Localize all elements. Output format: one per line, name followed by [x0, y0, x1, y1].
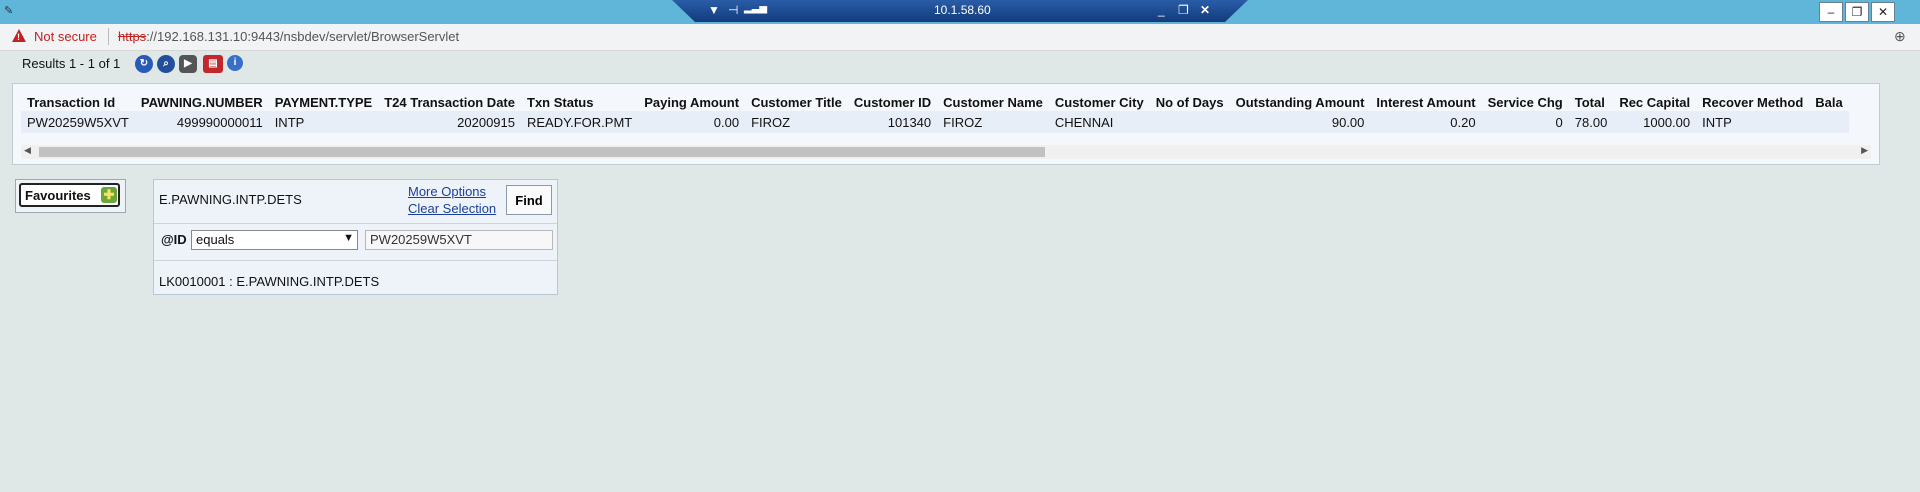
window-minimize-button[interactable]: –	[1819, 2, 1843, 22]
results-table: Transaction Id PAWNING.NUMBER PAYMENT.TY…	[21, 93, 1849, 133]
favourites-button[interactable]: Favourites ✚	[19, 183, 120, 207]
pin-icon[interactable]: ⊣	[728, 3, 738, 17]
panel-divider	[154, 260, 557, 261]
cell-paying-amount: 0.00	[638, 111, 746, 133]
next-icon[interactable]: ▶	[179, 55, 197, 73]
scroll-left-icon[interactable]: ◀	[24, 145, 31, 156]
search-icon[interactable]: ⌕	[157, 55, 175, 73]
operator-select[interactable]: equals ▼	[191, 230, 358, 250]
column-header[interactable]: Customer ID	[848, 93, 937, 111]
column-header[interactable]: Interest Amount	[1370, 93, 1481, 111]
column-header[interactable]: T24 Transaction Date	[378, 93, 521, 111]
favourites-label: Favourites	[25, 188, 91, 203]
column-header[interactable]: Txn Status	[521, 93, 638, 111]
cell-interest-amount: 0.20	[1370, 111, 1482, 133]
results-summary: Results 1 - 1 of 1	[22, 56, 121, 71]
system-menu-icon[interactable]: ✎	[4, 4, 18, 18]
column-header[interactable]: Recover Method	[1696, 93, 1809, 111]
chevron-down-icon: ▼	[343, 232, 354, 244]
window-close-button[interactable]: ✕	[1871, 2, 1895, 22]
id-value-input[interactable]: PW20259W5XVT	[365, 230, 553, 250]
column-header[interactable]: Outstanding Amount	[1230, 93, 1371, 111]
toolbox-icon[interactable]: ▤	[203, 55, 223, 73]
cell-payment-type: INTP	[268, 111, 379, 133]
cell-transaction-id: PW20259W5XVT	[21, 111, 135, 133]
column-header[interactable]: Transaction Id	[21, 93, 135, 111]
url-scheme: https	[118, 29, 147, 44]
column-header[interactable]: Customer Name	[937, 93, 1049, 111]
more-options-link[interactable]: More Options	[408, 184, 486, 199]
column-header[interactable]: Bala	[1809, 93, 1848, 111]
add-favourite-icon[interactable]: ✚	[101, 187, 117, 203]
enquiry-status: LK0010001 : E.PAWNING.INTP.DETS	[159, 274, 380, 289]
favourites-box: Favourites ✚	[15, 179, 126, 213]
column-header[interactable]: Paying Amount	[638, 93, 745, 111]
horizontal-scrollbar[interactable]: ◀ ▶	[21, 145, 1871, 159]
column-header[interactable]: Rec Capital	[1613, 93, 1696, 111]
column-header[interactable]: Service Chg	[1482, 93, 1569, 111]
signal-icon: ▂▃▅	[744, 3, 768, 14]
cell-no-of-days	[1149, 111, 1230, 133]
results-grid-panel: Transaction Id PAWNING.NUMBER PAYMENT.TY…	[12, 83, 1880, 165]
remote-desktop-strip: ✎ ▼ ⊣ ▂▃▅ 10.1.58.60 _ ❐ ✕ – ❐ ✕	[0, 0, 1920, 24]
info-icon[interactable]: i	[227, 55, 243, 71]
refresh-icon[interactable]: ↻	[135, 55, 153, 73]
operator-value: equals	[196, 232, 235, 247]
cell-total: 78.00	[1568, 111, 1614, 133]
cell-balance	[1809, 111, 1849, 133]
cell-customer-id: 101340	[847, 111, 938, 133]
cell-txn-status: READY.FOR.PMT	[521, 111, 639, 133]
column-header[interactable]: No of Days	[1150, 93, 1230, 111]
cell-transaction-date: 20200915	[378, 111, 521, 133]
enquiry-panel: E.PAWNING.INTP.DETS More Options Clear S…	[153, 179, 558, 295]
cell-customer-title: FIROZ	[745, 111, 848, 133]
remote-connection-bar: ▼ ⊣ ▂▃▅ 10.1.58.60 _ ❐ ✕	[672, 0, 1248, 22]
table-row[interactable]: PW20259W5XVT 499990000011 INTP 20200915 …	[21, 111, 1849, 133]
close-icon[interactable]: ✕	[1200, 3, 1210, 17]
url-path: ://192.168.131.10:9443/nsbdev/servlet/Br…	[146, 29, 460, 44]
panel-divider	[154, 223, 557, 224]
cell-recover-method: INTP	[1696, 111, 1810, 133]
cell-pawning-number: 499990000011	[134, 111, 269, 133]
field-label: @ID	[161, 232, 187, 247]
table-header-row: Transaction Id PAWNING.NUMBER PAYMENT.TY…	[21, 93, 1849, 111]
column-header[interactable]: PAWNING.NUMBER	[135, 93, 269, 111]
minimize-icon[interactable]: _	[1158, 3, 1165, 17]
url-text[interactable]: https://192.168.131.10:9443/nsbdev/servl…	[118, 29, 459, 44]
remote-host: 10.1.58.60	[934, 3, 991, 17]
scroll-right-icon[interactable]: ▶	[1861, 145, 1868, 156]
enquiry-name: E.PAWNING.INTP.DETS	[159, 192, 302, 207]
security-label[interactable]: Not secure	[34, 29, 97, 44]
warning-mark: !	[17, 32, 20, 42]
dropdown-arrow-icon[interactable]: ▼	[708, 3, 720, 17]
cell-service-chg: 0	[1481, 111, 1569, 133]
window-restore-button[interactable]: ❐	[1845, 2, 1869, 22]
cell-rec-capital: 1000.00	[1613, 111, 1697, 133]
cell-customer-name: FIROZ	[937, 111, 1049, 133]
column-header[interactable]: Total	[1569, 93, 1614, 111]
column-header[interactable]: PAYMENT.TYPE	[269, 93, 379, 111]
column-header[interactable]: Customer Title	[745, 93, 848, 111]
scrollbar-thumb[interactable]	[39, 147, 1045, 157]
zoom-icon[interactable]: ⊕	[1894, 28, 1906, 45]
clear-selection-link[interactable]: Clear Selection	[408, 201, 496, 216]
find-button[interactable]: Find	[506, 185, 552, 215]
restore-icon[interactable]: ❐	[1178, 3, 1189, 17]
address-separator	[108, 28, 109, 45]
cell-outstanding-amount: 90.00	[1229, 111, 1371, 133]
cell-customer-city: CHENNAI	[1048, 111, 1150, 133]
column-header[interactable]: Customer City	[1049, 93, 1150, 111]
address-bar[interactable]: ! Not secure https://192.168.131.10:9443…	[0, 24, 1920, 51]
